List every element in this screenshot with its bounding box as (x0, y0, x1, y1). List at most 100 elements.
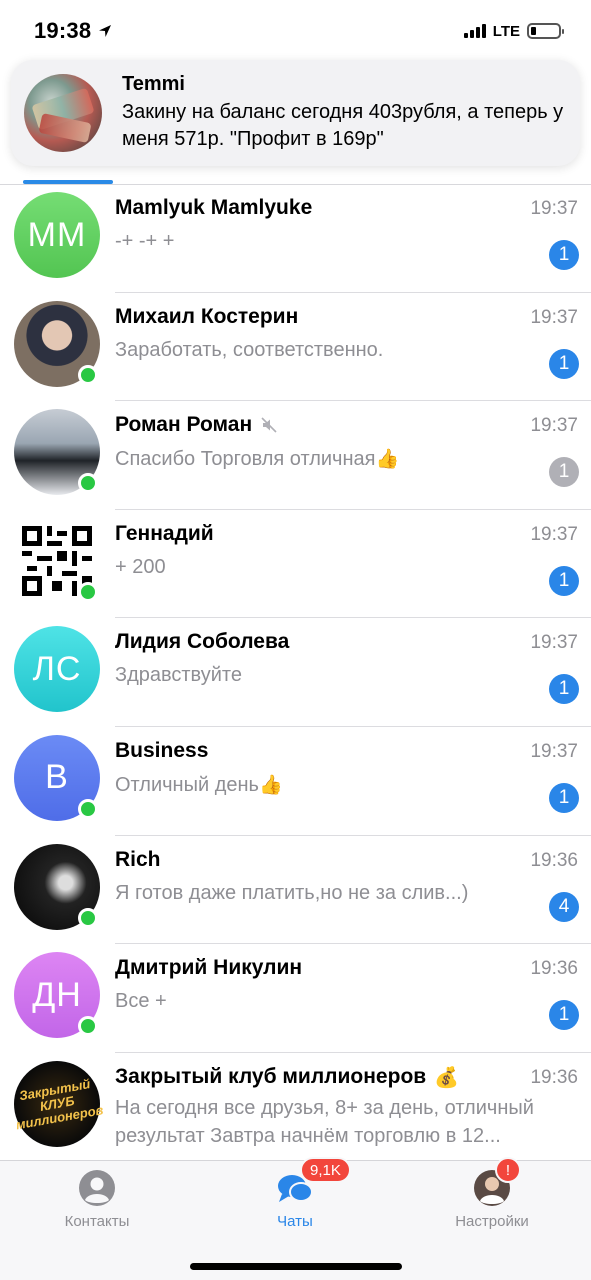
chat-name-text: Закрытый клуб миллионеров (115, 1065, 427, 1089)
avatar-initials: ЛС (32, 649, 82, 688)
status-bar: 19:38 LTE (0, 0, 591, 62)
chats-unread-badge: 9,1K (300, 1157, 351, 1183)
avatar (14, 517, 100, 604)
avatar: ЛС (14, 626, 100, 713)
tab-contacts-label: Контакты (64, 1213, 130, 1230)
speaker-muted-icon (261, 417, 277, 433)
chat-list[interactable]: MM Mamlyuk Mamlyuke 19:37 -+ -+ + 1 Миха… (0, 184, 591, 1159)
chat-time: 19:37 (530, 740, 578, 762)
chat-time: 19:37 (530, 415, 578, 437)
online-indicator (78, 473, 98, 494)
chat-preview: Отличный день👍 (115, 773, 545, 797)
avatar-initials: B (45, 758, 69, 797)
unread-badge: 1 (549, 782, 579, 813)
chat-name: Роман Роман (115, 413, 278, 437)
chat-preview: На сегодня все друзья, 8+ за день, отлич… (115, 1096, 534, 1147)
chat-name-text: Лидия Соболева (115, 630, 290, 654)
tab-chats[interactable]: 9,1K Чаты (215, 1157, 375, 1230)
chat-name-text: Геннадий (115, 521, 214, 545)
chat-time: 19:36 (530, 849, 578, 871)
unread-badge: 1 (549, 240, 579, 270)
chat-row[interactable]: Закрытый КЛУБ миллионеров Закрытый клуб … (0, 1053, 591, 1159)
notification-body: Закину на баланс сегодня 403рубля, а теп… (122, 101, 564, 150)
chat-row[interactable]: Михаил Костерин 19:37 Заработать, соотве… (0, 293, 591, 402)
chat-name: Геннадий (115, 522, 214, 546)
status-time: 19:38 (34, 18, 113, 44)
chat-preview: + 200 (115, 555, 166, 578)
unread-badge-muted: 1 (549, 457, 579, 488)
chat-name: Лидия Соболева (115, 630, 289, 654)
chat-name: Rich (115, 848, 161, 872)
avatar: MM (14, 192, 100, 278)
home-indicator[interactable] (190, 1263, 402, 1270)
chat-time: 19:36 (530, 958, 578, 980)
chat-row[interactable]: Геннадий 19:37 + 200 1 (0, 510, 591, 619)
tab-settings-label: Настройки (455, 1213, 529, 1230)
unread-badge: 1 (549, 1000, 579, 1031)
chat-name: Дмитрий Никулин (115, 956, 302, 980)
network-type: LTE (492, 22, 520, 40)
battery-icon (527, 23, 564, 39)
chat-preview-text: Спасибо Торговля отличная (115, 448, 376, 471)
chat-preview: Здравствуйте (115, 664, 242, 687)
avatar: ДН (14, 952, 100, 1039)
chat-name-text: Дмитрий Никулин (115, 956, 303, 980)
unread-badge: 1 (549, 565, 579, 596)
chat-row[interactable]: Rich 19:36 Я готов даже платить,но не за… (0, 836, 591, 945)
avatar (14, 843, 100, 930)
chat-name: Закрытый клуб миллионеров 💰 (115, 1065, 459, 1090)
chat-bubbles-icon: 9,1K (276, 1157, 351, 1207)
chat-row[interactable]: MM Mamlyuk Mamlyuke 19:37 -+ -+ + 1 (0, 184, 591, 293)
chat-preview: Все + (115, 990, 167, 1013)
online-indicator (78, 581, 98, 602)
notification-avatar (24, 74, 102, 152)
avatar (14, 409, 100, 496)
unread-badge: 1 (549, 674, 579, 705)
avatar-initials: MM (27, 215, 87, 254)
chat-name-text: Business (115, 738, 209, 762)
location-arrow-icon (99, 25, 112, 37)
chat-time: 19:37 (530, 523, 578, 545)
chat-row[interactable]: ДН Дмитрий Никулин 19:36 Все + 1 (0, 944, 591, 1053)
avatar: B (14, 734, 100, 821)
tab-settings[interactable]: ! Настройки (412, 1157, 572, 1230)
notification-title: Temmi (122, 73, 185, 95)
chat-name-text: Роман Роман (115, 413, 253, 437)
avatar: Закрытый КЛУБ миллионеров (14, 1060, 104, 1147)
chat-name: Михаил Костерин (115, 305, 298, 329)
online-indicator (78, 907, 98, 928)
tab-contacts[interactable]: Контакты (17, 1169, 177, 1230)
tab-chats-label: Чаты (277, 1213, 313, 1230)
chat-row[interactable]: ЛС Лидия Соболева 19:37 Здравствуйте 1 (0, 618, 591, 727)
chat-preview: Спасибо Торговля отличная👍 (115, 447, 545, 471)
unread-badge: 1 (549, 348, 579, 379)
signal-icon (463, 24, 486, 38)
tab-bar: Контакты 9,1K Чаты ! Настройки (0, 1157, 591, 1280)
chat-preview: Заработать, соответственно. (115, 338, 384, 361)
notification-content: Temmi Закину на баланс сегодня 403рубля,… (122, 73, 566, 153)
clock: 19:38 (34, 18, 92, 43)
chat-name-text: Михаил Костерин (115, 304, 299, 328)
chat-row[interactable]: B Business 19:37 Отличный день👍 1 (0, 727, 591, 836)
avatar-initials: ДН (32, 975, 82, 1014)
person-icon (78, 1169, 116, 1207)
thumbs-up-emoji: 👍 (258, 774, 283, 796)
status-indicators: LTE (463, 22, 564, 40)
chat-time: 19:36 (530, 1066, 578, 1088)
chat-time: 19:37 (530, 306, 578, 328)
chat-row[interactable]: Роман Роман 19:37 Спасибо Торговля отлич… (0, 401, 591, 510)
chat-preview: Я готов даже платить,но не за слив...) (115, 881, 469, 904)
chat-name: Mamlyuk Mamlyuke (115, 196, 312, 220)
notification-banner[interactable]: Temmi Закину на баланс сегодня 403рубля,… (11, 60, 580, 166)
chat-preview-text: Отличный день (115, 773, 259, 796)
club-logo: Закрытый КЛУБ миллионеров (14, 1075, 105, 1133)
online-indicator (78, 798, 98, 819)
settings-alert-badge: ! (495, 1157, 521, 1183)
online-indicator (78, 1016, 98, 1037)
online-indicator (78, 364, 98, 385)
chat-name: Business (115, 739, 208, 763)
chat-name-text: Rich (115, 847, 161, 871)
chat-preview: -+ -+ + (115, 230, 175, 252)
chat-time: 19:37 (530, 198, 578, 219)
profile-avatar-icon: ! (473, 1157, 521, 1207)
